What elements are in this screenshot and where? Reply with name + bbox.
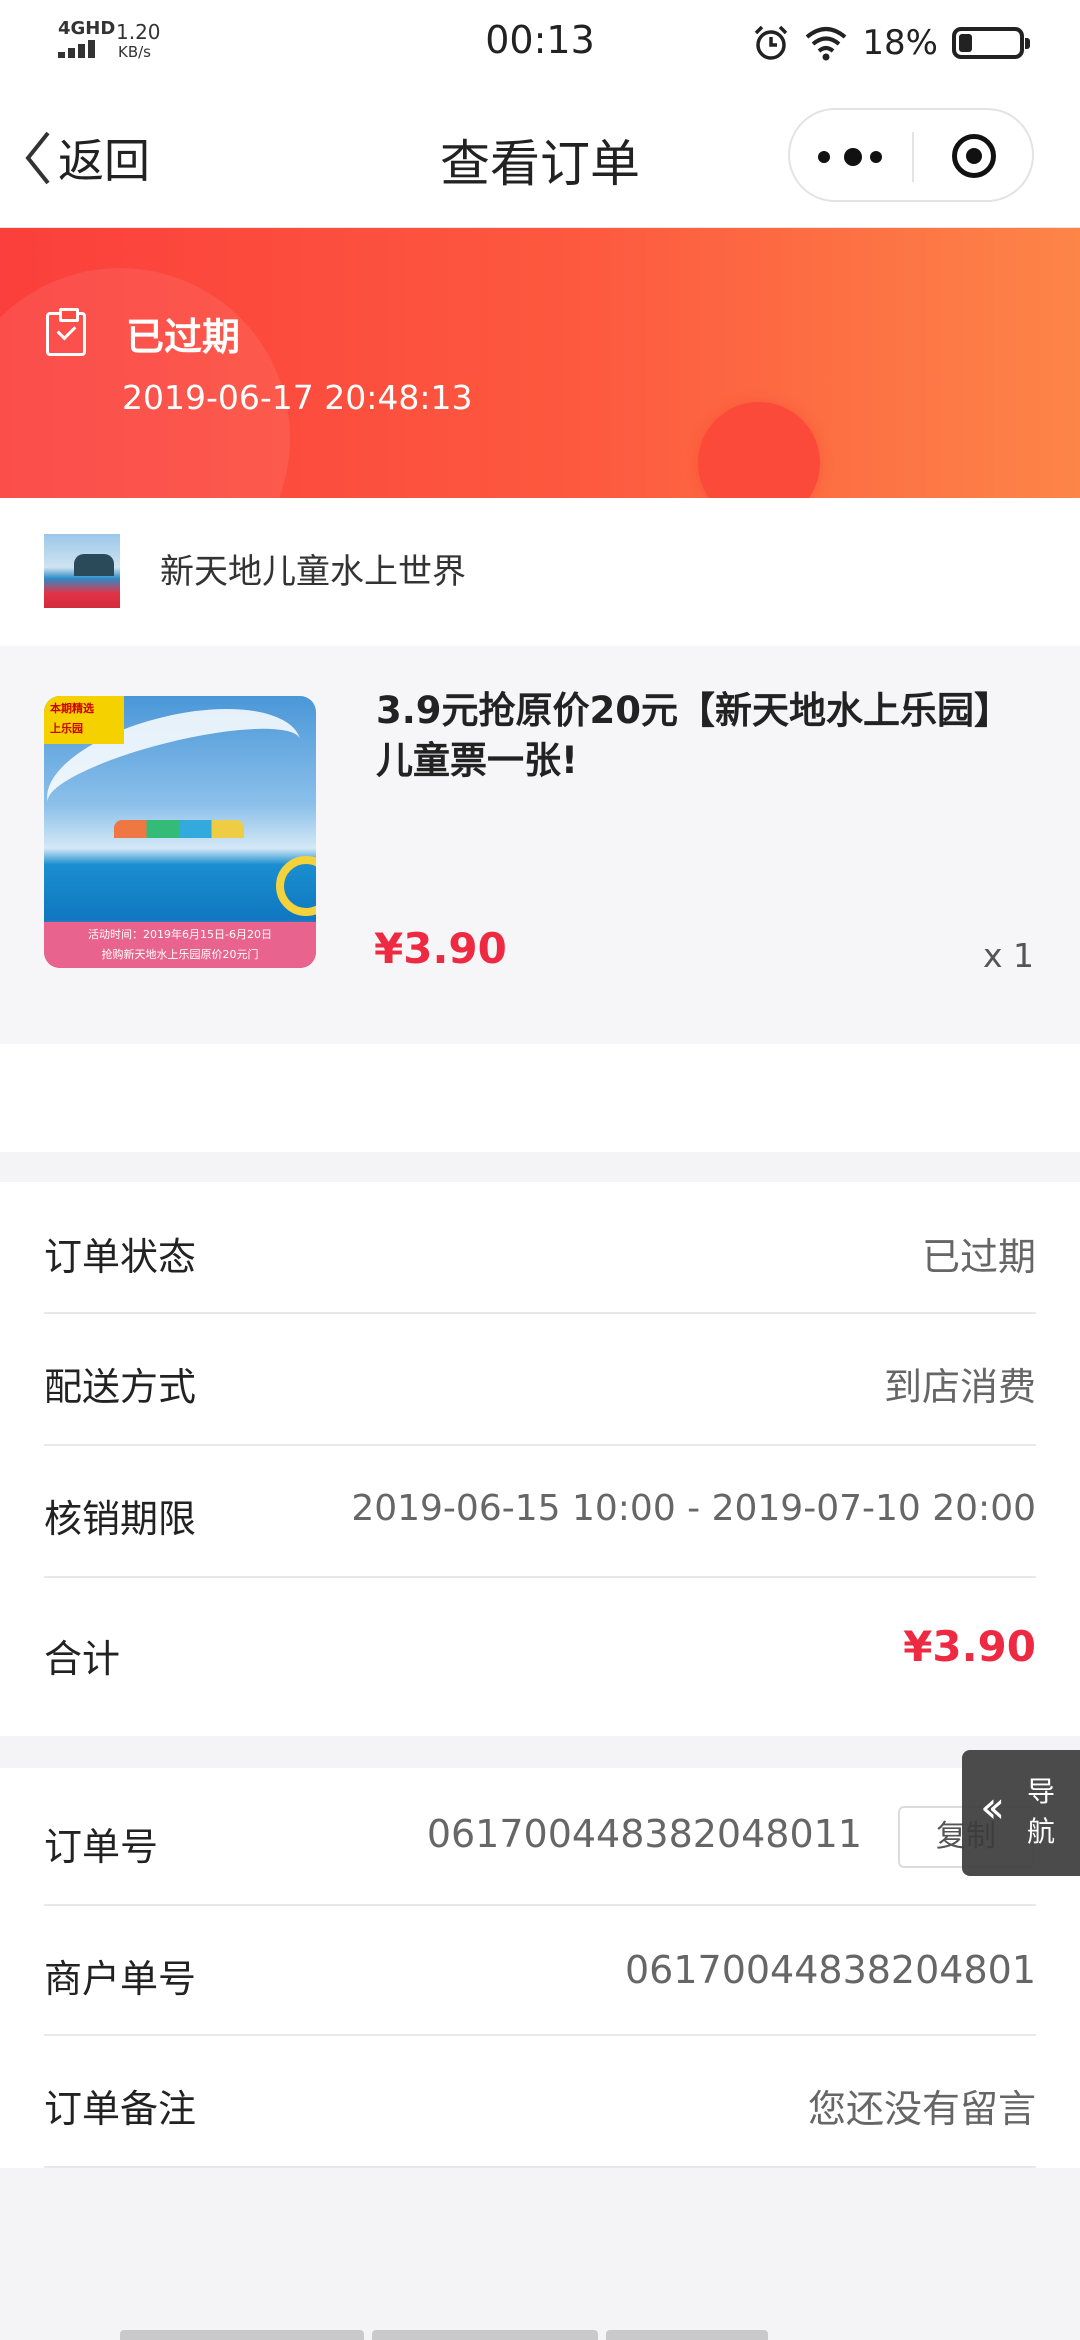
- order-number: 061700448382048011: [426, 1812, 862, 1856]
- detail-value: 到店消费: [883, 1365, 1036, 1409]
- battery-icon: [952, 27, 1030, 59]
- capsule-divider: [912, 132, 914, 182]
- clipboard-check-icon: [46, 308, 86, 356]
- shop-row[interactable]: 新天地儿童水上世界: [0, 498, 1080, 646]
- image-tag-line1: 本期精选: [50, 702, 94, 715]
- battery-percent: 18%: [862, 23, 938, 63]
- status-icons: 18%: [752, 22, 1030, 64]
- image-tag: 本期精选 上乐园: [44, 696, 124, 744]
- detail-row-validity: 核销期限 2019-06-15 10:00 - 2019-07-10 20:00: [44, 1446, 1036, 1578]
- detail-label: 核销期限: [44, 1497, 197, 1541]
- order-number-row: 订单号 061700448382048011: [44, 1768, 1036, 1906]
- info-label: 订单号: [44, 1825, 159, 1869]
- order-status-banner: 已过期 2019-06-17 20:48:13: [0, 228, 1080, 498]
- status-bar: 4GHD 1.20 KB/s 00:13 18%: [0, 0, 1080, 86]
- detail-label: 合计: [44, 1637, 121, 1681]
- product-title: 3.9元抢原价20元【新天地水上乐园】儿童票一张!: [376, 689, 1012, 782]
- detail-row-status: 订单状态 已过期: [44, 1182, 1036, 1314]
- product-image: 本期精选 上乐园 活动时间：2019年6月15日-6月20日 抢购新天地水上乐园…: [44, 696, 316, 968]
- alarm-icon: [755, 25, 788, 60]
- order-note: 您还没有留言: [807, 2087, 1036, 2131]
- shop-name: 新天地儿童水上世界: [160, 552, 466, 592]
- order-status-label: 已过期: [126, 315, 241, 359]
- floating-nav-label: 导 航: [1024, 1772, 1058, 1852]
- product-quantity: x 1: [982, 936, 1034, 975]
- floating-nav-label-bottom: 航: [1026, 1815, 1055, 1848]
- detail-value: 已过期: [921, 1235, 1036, 1279]
- order-details-card: 订单状态 已过期 配送方式 到店消费 核销期限 2019-06-15 10:00…: [0, 1182, 1080, 1736]
- product-item[interactable]: 本期精选 上乐园 活动时间：2019年6月15日-6月20日 抢购新天地水上乐园…: [0, 646, 1080, 1044]
- total-price: ¥3.90: [903, 1622, 1036, 1671]
- info-label: 商户单号: [44, 1957, 197, 2001]
- spacer: [0, 1044, 1080, 1152]
- detail-label: 订单状态: [44, 1235, 197, 1279]
- mini-program-capsule: [788, 108, 1034, 202]
- detail-value: 2019-06-15 10:00 - 2019-07-10 20:00: [351, 1488, 1036, 1529]
- order-status-time: 2019-06-17 20:48:13: [122, 378, 473, 417]
- double-chevron-left-icon: ‹‹: [980, 1782, 1005, 1833]
- detail-label: 配送方式: [44, 1365, 197, 1409]
- image-banner: 活动时间：2019年6月15日-6月20日 抢购新天地水上乐园原价20元门: [44, 922, 316, 968]
- floating-nav-label-top: 导: [1026, 1775, 1055, 1808]
- detail-row-total: 合计 ¥3.90: [44, 1578, 1036, 1736]
- more-dots-icon[interactable]: [818, 148, 888, 166]
- target-icon[interactable]: [952, 134, 996, 178]
- product-price: ¥3.90: [374, 924, 507, 973]
- wifi-icon: [806, 27, 847, 61]
- image-tag-line2: 上乐园: [50, 722, 83, 735]
- nav-bar: 返回 查看订单: [0, 86, 1080, 228]
- shop-thumbnail: [44, 534, 120, 608]
- floating-nav-button[interactable]: ‹‹ 导 航: [962, 1750, 1080, 1876]
- info-label: 订单备注: [44, 2087, 197, 2131]
- image-activity-text: 活动时间：2019年6月15日-6月20日: [88, 928, 272, 941]
- merchant-number: 06170044838204801: [624, 1948, 1036, 1992]
- image-banner-text: 抢购新天地水上乐园原价20元门: [101, 948, 259, 961]
- detail-row-delivery: 配送方式 到店消费: [44, 1314, 1036, 1446]
- merchant-number-row: 商户单号 06170044838204801: [44, 1906, 1036, 2036]
- bottom-tab-hints: [120, 2330, 960, 2340]
- banner-decor-circle: [698, 402, 820, 498]
- order-note-row: 订单备注 您还没有留言: [44, 2036, 1036, 2168]
